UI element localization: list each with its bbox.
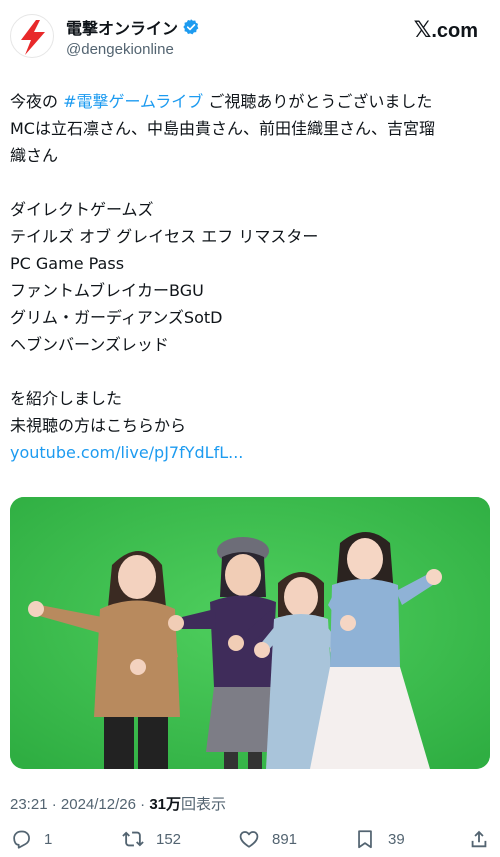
tweet-time[interactable]: 23:21 xyxy=(10,796,48,813)
meta-separator: · xyxy=(135,796,150,813)
tweet-text-segment: ご視聴ありがとうございました xyxy=(203,92,433,111)
tweet-line: 未視聴の方はこちらから xyxy=(10,416,187,435)
handle[interactable]: @dengekionline xyxy=(66,41,200,58)
meta-separator: · xyxy=(47,796,61,813)
x-com-logo: 𝕏.com xyxy=(414,18,478,43)
repost-button[interactable]: 152 xyxy=(122,828,181,850)
avatar[interactable] xyxy=(10,14,54,58)
like-button[interactable]: 891 xyxy=(238,828,297,850)
display-name[interactable]: 電撃オンライン xyxy=(66,15,178,39)
photo-four-people-icon xyxy=(10,497,490,769)
tweet-line: 織さん xyxy=(10,146,59,165)
tweet-line: グリム・ガーディアンズSotD xyxy=(10,308,223,327)
repost-icon xyxy=(122,831,144,847)
tweet-line: MCは立石凛さん、中島由貴さん、前田佳織里さん、吉宮瑠 xyxy=(10,119,435,138)
bookmark-icon xyxy=(358,830,372,849)
x-com-text: .com xyxy=(431,20,478,42)
views-label: 回表示 xyxy=(181,796,227,813)
tweet-line: PC Game Pass xyxy=(10,254,125,273)
like-count: 891 xyxy=(272,830,298,848)
bookmark-count: 39 xyxy=(388,830,405,848)
hashtag-link[interactable]: #電撃ゲームライブ xyxy=(63,92,203,111)
youtube-link[interactable]: youtube.com/live/pJ7fYdLfL... xyxy=(10,443,243,462)
repost-count: 152 xyxy=(156,830,182,848)
verified-badge-icon xyxy=(183,19,199,35)
tweet-text-segment: 今夜の xyxy=(10,92,64,111)
lightning-logo-icon xyxy=(21,20,45,55)
tweet-date[interactable]: 2024/12/26 xyxy=(61,796,136,813)
tweet-line: ファントムブレイカーBGU xyxy=(10,281,204,300)
heart-icon xyxy=(239,831,259,848)
tweet-line: ヘブンバーンズレッド xyxy=(10,335,169,354)
bookmark-button[interactable]: 39 xyxy=(354,828,405,850)
tweet-line: テイルズ オブ グレイセス エフ リマスター xyxy=(10,227,319,246)
tweet-meta: 23:21 · 2024/12/26 · 31万回表示 xyxy=(10,793,226,814)
share-button[interactable] xyxy=(468,828,490,850)
view-count: 31万 xyxy=(149,796,181,813)
x-logo-icon: 𝕏 xyxy=(413,18,432,43)
action-bar: 1 152 891 39 xyxy=(0,818,500,857)
reply-count: 1 xyxy=(44,830,53,848)
reply-icon xyxy=(13,830,30,849)
tweet-line: 今夜の #電撃ゲームライブ ご視聴ありがとうございました xyxy=(10,88,490,115)
tweet-header: 電撃オンライン @dengekionline 𝕏.com xyxy=(0,0,500,70)
tweet-line: を紹介しました xyxy=(10,389,123,408)
share-icon xyxy=(471,830,487,848)
tweet-text: 今夜の #電撃ゲームライブ ご視聴ありがとうございました MCは立石凛さん、中島… xyxy=(10,88,490,466)
attached-photo[interactable] xyxy=(10,497,490,769)
tweet-line: ダイレクトゲームズ xyxy=(10,200,154,219)
reply-button[interactable]: 1 xyxy=(10,828,52,850)
